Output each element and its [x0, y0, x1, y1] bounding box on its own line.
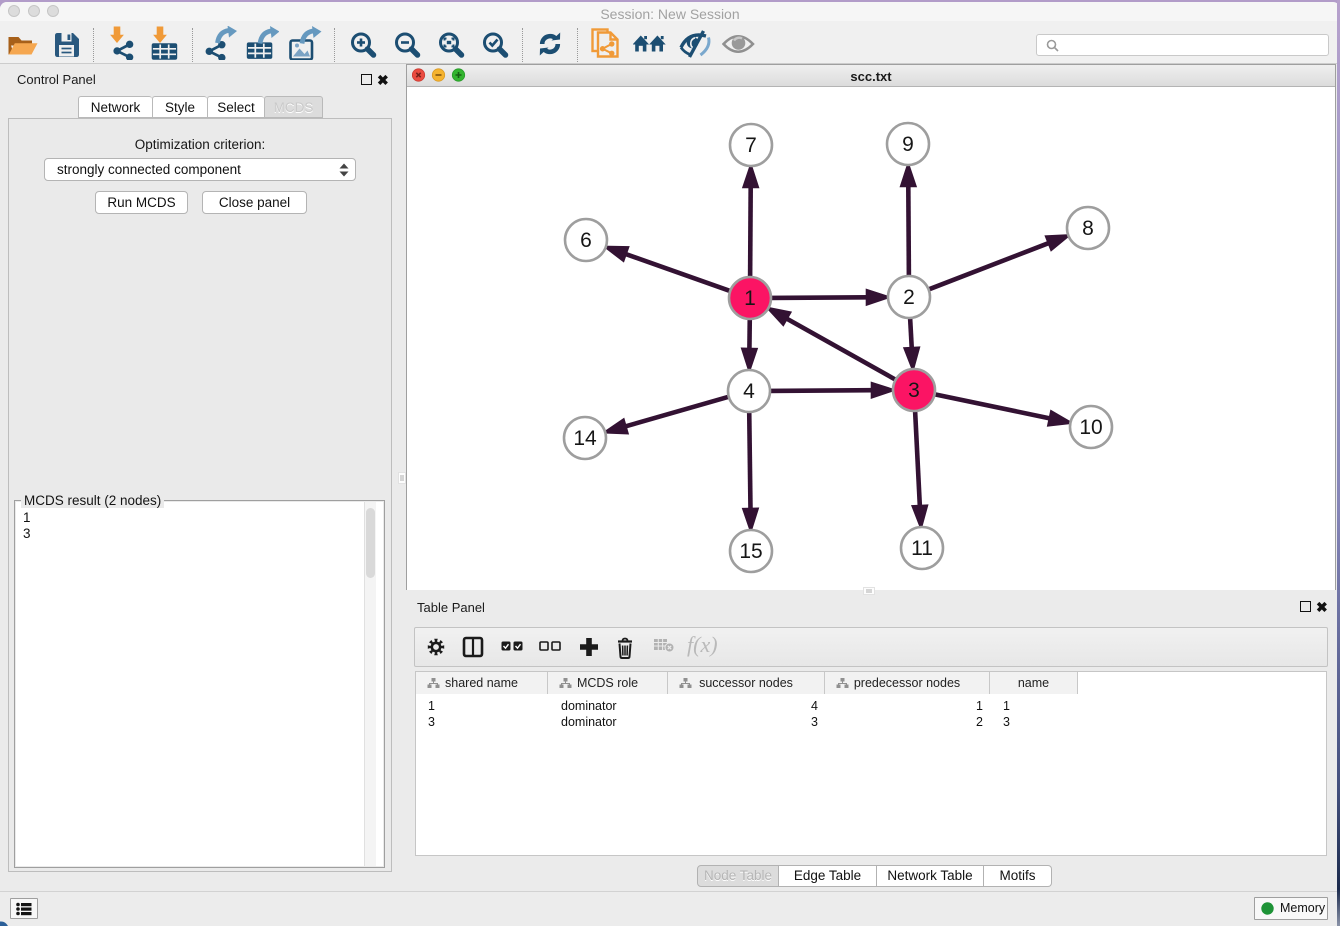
svg-text:14: 14 [573, 427, 597, 450]
svg-text:9: 9 [902, 133, 914, 156]
svg-text:6: 6 [580, 229, 592, 252]
svg-text:3: 3 [908, 379, 920, 402]
svg-text:4: 4 [743, 380, 755, 403]
svg-text:8: 8 [1082, 217, 1094, 240]
svg-text:10: 10 [1079, 416, 1102, 439]
svg-text:1: 1 [744, 287, 756, 310]
svg-text:11: 11 [911, 537, 933, 560]
svg-text:7: 7 [745, 134, 757, 157]
svg-text:15: 15 [739, 540, 762, 563]
svg-text:2: 2 [903, 286, 915, 309]
